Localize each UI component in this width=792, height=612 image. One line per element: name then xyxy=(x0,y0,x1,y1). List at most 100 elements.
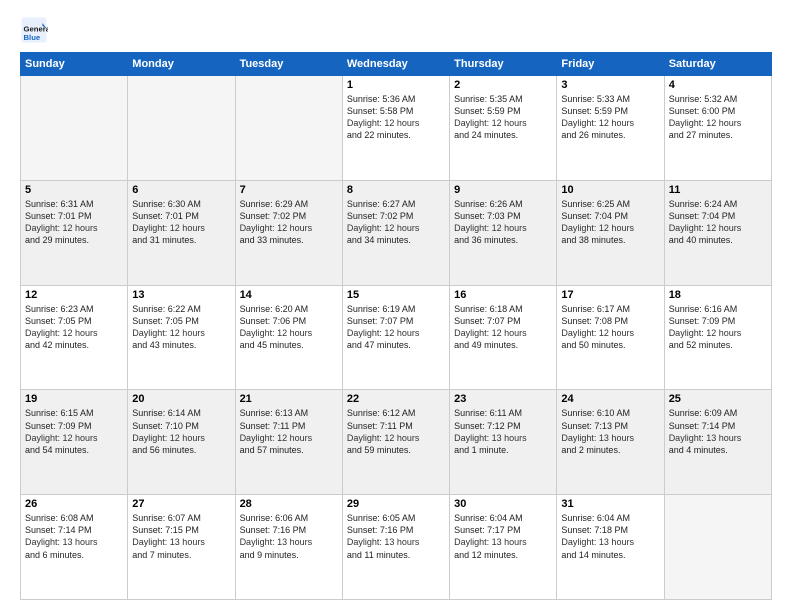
calendar-week-row: 5 Sunrise: 6:31 AMSunset: 7:01 PMDaylight… xyxy=(21,180,772,285)
day-number: 26 xyxy=(25,498,123,510)
calendar-cell: 4 Sunrise: 5:32 AMSunset: 6:00 PMDaylight… xyxy=(664,76,771,181)
day-number: 19 xyxy=(25,393,123,405)
day-number: 30 xyxy=(454,498,552,510)
calendar-cell: 12 Sunrise: 6:23 AMSunset: 7:05 PMDayligh… xyxy=(21,285,128,390)
calendar-cell: 13 Sunrise: 6:22 AMSunset: 7:05 PMDayligh… xyxy=(128,285,235,390)
calendar-header-tuesday: Tuesday xyxy=(235,53,342,76)
cell-content: Sunrise: 6:30 AMSunset: 7:01 PMDaylight:… xyxy=(132,198,230,247)
calendar-header-monday: Monday xyxy=(128,53,235,76)
calendar-cell: 3 Sunrise: 5:33 AMSunset: 5:59 PMDaylight… xyxy=(557,76,664,181)
calendar-cell: 1 Sunrise: 5:36 AMSunset: 5:58 PMDaylight… xyxy=(342,76,449,181)
page: General Blue SundayMondayTuesdayWednesda… xyxy=(0,0,792,612)
calendar-cell: 16 Sunrise: 6:18 AMSunset: 7:07 PMDayligh… xyxy=(450,285,557,390)
calendar-week-row: 26 Sunrise: 6:08 AMSunset: 7:14 PMDayligh… xyxy=(21,495,772,600)
day-number: 17 xyxy=(561,289,659,301)
day-number: 27 xyxy=(132,498,230,510)
cell-content: Sunrise: 5:35 AMSunset: 5:59 PMDaylight:… xyxy=(454,93,552,142)
day-number: 16 xyxy=(454,289,552,301)
calendar-cell: 25Sunrise: 6:09 AMSunset: 7:14 PMDayligh… xyxy=(664,390,771,495)
calendar-cell xyxy=(21,76,128,181)
calendar-cell: 19 Sunrise: 6:15 AMSunset: 7:09 PMDayligh… xyxy=(21,390,128,495)
day-number: 3 xyxy=(561,79,659,91)
calendar-cell: 5 Sunrise: 6:31 AMSunset: 7:01 PMDaylight… xyxy=(21,180,128,285)
logo: General Blue xyxy=(20,16,52,44)
calendar-cell: 14 Sunrise: 6:20 AMSunset: 7:06 PMDayligh… xyxy=(235,285,342,390)
calendar-cell xyxy=(664,495,771,600)
cell-content: Sunrise: 6:31 AMSunset: 7:01 PMDaylight:… xyxy=(25,198,123,247)
day-number: 7 xyxy=(240,184,338,196)
cell-content: Sunrise: 6:19 AMSunset: 7:07 PMDaylight:… xyxy=(347,303,445,352)
cell-content: Sunrise: 5:36 AMSunset: 5:58 PMDaylight:… xyxy=(347,93,445,142)
day-number: 21 xyxy=(240,393,338,405)
cell-content: Sunrise: 6:05 AMSunset: 7:16 PMDaylight:… xyxy=(347,512,445,561)
cell-content: Sunrise: 6:04 AMSunset: 7:17 PMDaylight:… xyxy=(454,512,552,561)
cell-content: Sunrise: 6:25 AMSunset: 7:04 PMDaylight:… xyxy=(561,198,659,247)
day-number: 8 xyxy=(347,184,445,196)
cell-content: Sunrise: 6:13 AMSunset: 7:11 PMDaylight:… xyxy=(240,407,338,456)
day-number: 11 xyxy=(669,184,767,196)
cell-content: Sunrise: 6:20 AMSunset: 7:06 PMDaylight:… xyxy=(240,303,338,352)
cell-content: Sunrise: 6:23 AMSunset: 7:05 PMDaylight:… xyxy=(25,303,123,352)
calendar-cell: 24 Sunrise: 6:10 AMSunset: 7:13 PMDayligh… xyxy=(557,390,664,495)
cell-content: Sunrise: 6:08 AMSunset: 7:14 PMDaylight:… xyxy=(25,512,123,561)
cell-content: Sunrise: 6:27 AMSunset: 7:02 PMDaylight:… xyxy=(347,198,445,247)
calendar-header-friday: Friday xyxy=(557,53,664,76)
cell-content: Sunrise: 6:15 AMSunset: 7:09 PMDaylight:… xyxy=(25,407,123,456)
day-number: 5 xyxy=(25,184,123,196)
calendar-week-row: 12 Sunrise: 6:23 AMSunset: 7:05 PMDayligh… xyxy=(21,285,772,390)
calendar-cell: 20Sunrise: 6:14 AMSunset: 7:10 PMDayligh… xyxy=(128,390,235,495)
calendar-table: SundayMondayTuesdayWednesdayThursdayFrid… xyxy=(20,52,772,600)
cell-content: Sunrise: 6:11 AMSunset: 7:12 PMDaylight:… xyxy=(454,407,552,456)
calendar-header-saturday: Saturday xyxy=(664,53,771,76)
logo-icon: General Blue xyxy=(20,16,48,44)
calendar-cell: 23 Sunrise: 6:11 AMSunset: 7:12 PMDayligh… xyxy=(450,390,557,495)
day-number: 23 xyxy=(454,393,552,405)
cell-content: Sunrise: 6:10 AMSunset: 7:13 PMDaylight:… xyxy=(561,407,659,456)
day-number: 28 xyxy=(240,498,338,510)
day-number: 31 xyxy=(561,498,659,510)
day-number: 6 xyxy=(132,184,230,196)
calendar-cell: 26 Sunrise: 6:08 AMSunset: 7:14 PMDayligh… xyxy=(21,495,128,600)
calendar-week-row: 1 Sunrise: 5:36 AMSunset: 5:58 PMDaylight… xyxy=(21,76,772,181)
day-number: 14 xyxy=(240,289,338,301)
calendar-cell: 10Sunrise: 6:25 AMSunset: 7:04 PMDayligh… xyxy=(557,180,664,285)
calendar-cell: 22Sunrise: 6:12 AMSunset: 7:11 PMDayligh… xyxy=(342,390,449,495)
cell-content: Sunrise: 6:04 AMSunset: 7:18 PMDaylight:… xyxy=(561,512,659,561)
cell-content: Sunrise: 6:18 AMSunset: 7:07 PMDaylight:… xyxy=(454,303,552,352)
day-number: 2 xyxy=(454,79,552,91)
calendar-cell: 17 Sunrise: 6:17 AMSunset: 7:08 PMDayligh… xyxy=(557,285,664,390)
cell-content: Sunrise: 6:07 AMSunset: 7:15 PMDaylight:… xyxy=(132,512,230,561)
day-number: 9 xyxy=(454,184,552,196)
day-number: 1 xyxy=(347,79,445,91)
day-number: 24 xyxy=(561,393,659,405)
day-number: 29 xyxy=(347,498,445,510)
calendar-header-sunday: Sunday xyxy=(21,53,128,76)
cell-content: Sunrise: 6:22 AMSunset: 7:05 PMDaylight:… xyxy=(132,303,230,352)
calendar-cell: 8 Sunrise: 6:27 AMSunset: 7:02 PMDaylight… xyxy=(342,180,449,285)
calendar-cell: 7 Sunrise: 6:29 AMSunset: 7:02 PMDaylight… xyxy=(235,180,342,285)
cell-content: Sunrise: 5:32 AMSunset: 6:00 PMDaylight:… xyxy=(669,93,767,142)
cell-content: Sunrise: 6:16 AMSunset: 7:09 PMDaylight:… xyxy=(669,303,767,352)
calendar-cell: 15Sunrise: 6:19 AMSunset: 7:07 PMDayligh… xyxy=(342,285,449,390)
day-number: 4 xyxy=(669,79,767,91)
calendar-cell: 29 Sunrise: 6:05 AMSunset: 7:16 PMDayligh… xyxy=(342,495,449,600)
cell-content: Sunrise: 6:17 AMSunset: 7:08 PMDaylight:… xyxy=(561,303,659,352)
calendar-cell: 21 Sunrise: 6:13 AMSunset: 7:11 PMDayligh… xyxy=(235,390,342,495)
cell-content: Sunrise: 5:33 AMSunset: 5:59 PMDaylight:… xyxy=(561,93,659,142)
day-number: 12 xyxy=(25,289,123,301)
cell-content: Sunrise: 6:24 AMSunset: 7:04 PMDaylight:… xyxy=(669,198,767,247)
cell-content: Sunrise: 6:14 AMSunset: 7:10 PMDaylight:… xyxy=(132,407,230,456)
calendar-cell: 2 Sunrise: 5:35 AMSunset: 5:59 PMDaylight… xyxy=(450,76,557,181)
calendar-cell xyxy=(235,76,342,181)
calendar-header-thursday: Thursday xyxy=(450,53,557,76)
calendar-cell: 31 Sunrise: 6:04 AMSunset: 7:18 PMDayligh… xyxy=(557,495,664,600)
calendar-week-row: 19 Sunrise: 6:15 AMSunset: 7:09 PMDayligh… xyxy=(21,390,772,495)
calendar-cell: 11 Sunrise: 6:24 AMSunset: 7:04 PMDayligh… xyxy=(664,180,771,285)
calendar-cell: 28Sunrise: 6:06 AMSunset: 7:16 PMDayligh… xyxy=(235,495,342,600)
calendar-cell: 27 Sunrise: 6:07 AMSunset: 7:15 PMDayligh… xyxy=(128,495,235,600)
day-number: 13 xyxy=(132,289,230,301)
header: General Blue xyxy=(20,16,772,44)
svg-text:Blue: Blue xyxy=(24,33,41,42)
calendar-cell: 6 Sunrise: 6:30 AMSunset: 7:01 PMDaylight… xyxy=(128,180,235,285)
cell-content: Sunrise: 6:29 AMSunset: 7:02 PMDaylight:… xyxy=(240,198,338,247)
